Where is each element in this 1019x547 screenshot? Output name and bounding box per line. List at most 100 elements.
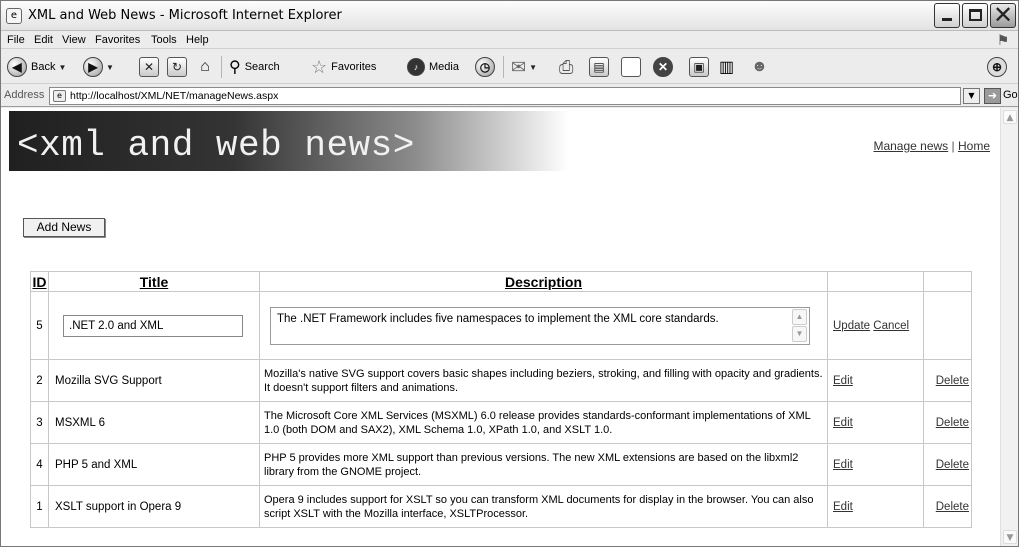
history-icon: ◷ bbox=[475, 57, 495, 77]
cancel-link[interactable]: Cancel bbox=[873, 320, 909, 332]
extra-button[interactable]: ⊕ bbox=[987, 56, 1007, 78]
menu-help[interactable]: Help bbox=[186, 34, 209, 46]
menu-file[interactable]: File bbox=[7, 34, 25, 46]
history-button[interactable]: ◷ bbox=[475, 56, 495, 78]
media-label: Media bbox=[429, 61, 459, 73]
close-icon: ✕ bbox=[992, 1, 1014, 29]
address-url[interactable]: http://localhost/XML/NET/manageNews.aspx bbox=[70, 90, 278, 102]
users-icon: ☻ bbox=[751, 58, 768, 75]
table-row: 3 MSXML 6 The Microsoft Core XML Service… bbox=[30, 401, 972, 444]
menu-favorites[interactable]: Favorites bbox=[95, 34, 140, 46]
discuss-icon bbox=[621, 57, 641, 77]
browser-window: e XML and Web News - Microsoft Internet … bbox=[0, 0, 1019, 547]
edit-cell: Edit bbox=[827, 359, 924, 402]
title-bar[interactable]: e XML and Web News - Microsoft Internet … bbox=[1, 1, 1018, 31]
row-title: PHP 5 and XML bbox=[48, 443, 260, 486]
news-table: ID Title Description 5 .NET 2.0 and XML … bbox=[30, 271, 972, 528]
edit-link[interactable]: Edit bbox=[833, 375, 853, 387]
scroll-down-icon[interactable]: ▼ bbox=[792, 325, 807, 342]
update-link[interactable]: Update bbox=[833, 320, 870, 332]
favorites-button[interactable]: ☆ Favorites bbox=[311, 56, 376, 78]
row-description: The Microsoft Core XML Services (MSXML) … bbox=[259, 401, 828, 444]
mail-icon: ✉ bbox=[511, 56, 527, 77]
go-button[interactable]: ➜ bbox=[984, 88, 1001, 104]
menu-edit[interactable]: Edit bbox=[34, 34, 53, 46]
row-title: MSXML 6 bbox=[48, 401, 260, 444]
stop-button[interactable]: ✕ bbox=[139, 56, 159, 78]
refresh-icon: ↻ bbox=[167, 57, 187, 77]
address-field[interactable]: e http://localhost/XML/NET/manageNews.as… bbox=[49, 87, 961, 105]
print-icon: ⎙ bbox=[559, 56, 574, 77]
textarea-scrollbar[interactable]: ▲ ▼ bbox=[792, 308, 808, 343]
window-title: XML and Web News - Microsoft Internet Ex… bbox=[28, 8, 342, 23]
page-scrollbar[interactable]: ▲ ▼ bbox=[1000, 108, 1018, 546]
edit-link[interactable]: Edit bbox=[833, 501, 853, 513]
title-input[interactable]: .NET 2.0 and XML bbox=[63, 314, 243, 337]
description-textarea[interactable]: The .NET Framework includes five namespa… bbox=[270, 306, 810, 345]
close-window-button[interactable]: ✕ bbox=[990, 1, 1016, 29]
folder-icon: ▥ bbox=[719, 59, 735, 76]
mail-button[interactable]: ✉ ▼ bbox=[511, 56, 537, 78]
edit-page-button[interactable]: ▤ bbox=[589, 56, 609, 78]
extension-icon: ⊕ bbox=[987, 57, 1007, 77]
delete-link[interactable]: Delete bbox=[936, 375, 969, 387]
search-button[interactable]: ⚲ Search bbox=[229, 56, 280, 78]
chevron-down-icon: ▼ bbox=[968, 91, 975, 100]
description-header[interactable]: Description bbox=[259, 271, 828, 292]
row-title: Mozilla SVG Support bbox=[48, 359, 260, 402]
delete-column-header bbox=[923, 271, 972, 292]
site-banner: <xml and web news> bbox=[9, 111, 569, 171]
forward-button[interactable]: ▶ ▼ bbox=[83, 56, 114, 78]
menu-view[interactable]: View bbox=[62, 34, 86, 46]
bookmarks-button[interactable]: ▥ bbox=[719, 56, 734, 78]
address-label: Address bbox=[4, 89, 45, 101]
delete-link[interactable]: Delete bbox=[936, 501, 969, 513]
print-button[interactable]: ⎙ bbox=[559, 56, 573, 78]
row-id: 2 bbox=[30, 359, 49, 402]
scroll-up-icon[interactable]: ▲ bbox=[792, 308, 807, 325]
toolbar: ◀ Back ▼ ▶ ▼ ✕ ↻ ⌂ ⚲ Search ☆ Favorites … bbox=[1, 50, 1018, 84]
back-dropdown-icon[interactable]: ▼ bbox=[58, 63, 66, 72]
delete-link[interactable]: Delete bbox=[936, 459, 969, 471]
go-label[interactable]: Go bbox=[1003, 89, 1018, 101]
title-header[interactable]: Title bbox=[48, 271, 260, 292]
home-button[interactable]: ⌂ bbox=[195, 56, 215, 78]
go-arrow-icon: ➜ bbox=[987, 89, 998, 102]
minimize-button[interactable] bbox=[934, 3, 960, 28]
description-text: The .NET Framework includes five namespa… bbox=[277, 312, 719, 325]
delete-link[interactable]: Delete bbox=[936, 417, 969, 429]
ie-app-icon[interactable]: e bbox=[6, 8, 22, 24]
edit-link[interactable]: Edit bbox=[833, 417, 853, 429]
media-button[interactable]: ♪ Media bbox=[407, 56, 459, 78]
site-logo-text: <xml and web news> bbox=[17, 125, 415, 166]
discuss-button[interactable] bbox=[621, 56, 641, 78]
mail-dropdown-icon[interactable]: ▼ bbox=[529, 63, 537, 72]
manage-news-link[interactable]: Manage news bbox=[873, 139, 948, 153]
maximize-button[interactable] bbox=[962, 3, 988, 28]
id-header[interactable]: ID bbox=[30, 271, 49, 292]
table-row: 1 XSLT support in Opera 9 Opera 9 includ… bbox=[30, 485, 972, 528]
menu-tools[interactable]: Tools bbox=[151, 34, 177, 46]
favorites-label: Favorites bbox=[331, 61, 377, 73]
address-dropdown-button[interactable]: ▼ bbox=[963, 88, 980, 104]
delete-cell: Delete bbox=[923, 401, 972, 444]
description-cell: The .NET Framework includes five namespa… bbox=[259, 291, 828, 360]
users-button[interactable]: ☻ bbox=[751, 56, 768, 78]
row-id: 5 bbox=[30, 291, 49, 360]
address-bar: Address e http://localhost/XML/NET/manag… bbox=[1, 85, 1018, 107]
back-button[interactable]: ◀ Back ▼ bbox=[7, 56, 66, 78]
scroll-up-icon[interactable]: ▲ bbox=[1003, 110, 1017, 124]
row-title: XSLT support in Opera 9 bbox=[48, 485, 260, 528]
refresh-button[interactable]: ↻ bbox=[167, 56, 187, 78]
research-button[interactable]: ▣ bbox=[689, 56, 709, 78]
messenger-button[interactable]: ✕ bbox=[653, 56, 673, 78]
add-news-button[interactable]: Add News bbox=[23, 218, 105, 237]
edit-link[interactable]: Edit bbox=[833, 459, 853, 471]
forward-dropdown-icon[interactable]: ▼ bbox=[106, 63, 114, 72]
table-row: 4 PHP 5 and XML PHP 5 provides more XML … bbox=[30, 443, 972, 486]
minimize-icon bbox=[942, 18, 952, 21]
row-description: Mozilla's native SVG support covers basi… bbox=[259, 359, 828, 402]
scroll-down-icon[interactable]: ▼ bbox=[1003, 530, 1017, 544]
home-link[interactable]: Home bbox=[958, 139, 990, 153]
row-description: PHP 5 provides more XML support than pre… bbox=[259, 443, 828, 486]
